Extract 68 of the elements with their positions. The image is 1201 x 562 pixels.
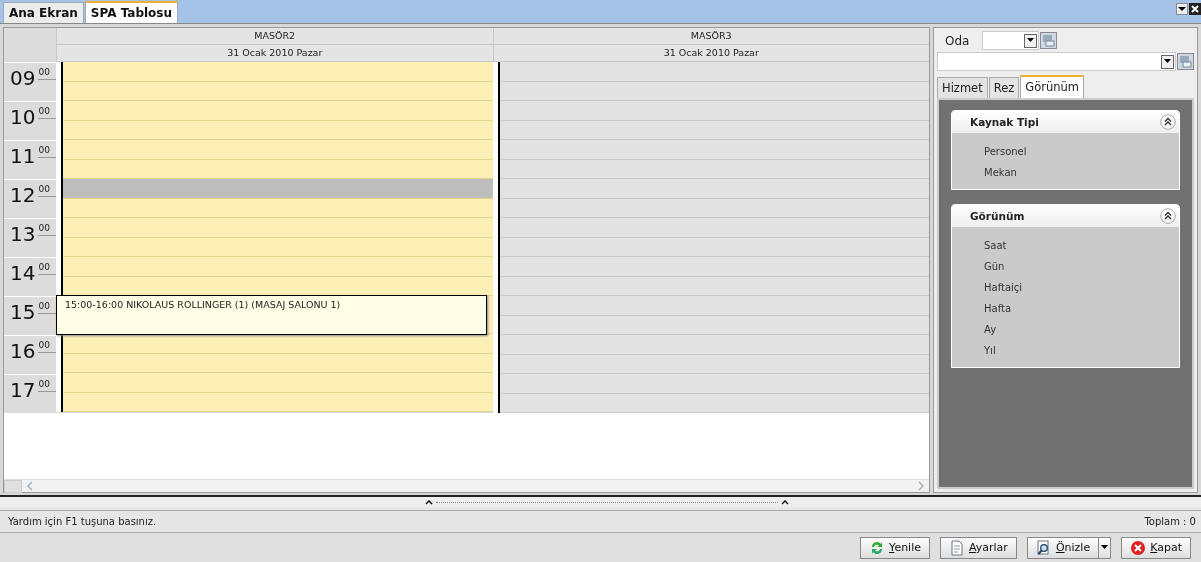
dropdown-button[interactable] (1099, 536, 1112, 559)
caret-icon (1101, 545, 1109, 550)
hour-label: 09 (10, 67, 36, 89)
scroll-left-icon[interactable] (26, 481, 34, 491)
horizontal-scrollbar[interactable] (4, 479, 929, 492)
room-combobox[interactable] (982, 31, 1039, 50)
lookup-icon[interactable] (1177, 53, 1194, 70)
resource-header: MASÖR2 (56, 28, 493, 45)
group-title: Kaynak Tipi (970, 116, 1040, 128)
caret-icon (1027, 38, 1034, 43)
panel-tab[interactable]: Rez (988, 77, 1020, 98)
hour-label: 12 (10, 184, 36, 206)
resource-header: MASÖR3 (492, 28, 929, 45)
dropdown-button[interactable] (1176, 2, 1188, 15)
panel-tab[interactable]: Görünüm (1020, 75, 1084, 98)
group-title: Görünüm (970, 210, 1026, 222)
collapse-icon[interactable] (1160, 114, 1176, 130)
minute-label: 00 (38, 379, 56, 392)
close-button[interactable] (1189, 2, 1201, 15)
hour-label: 11 (10, 145, 36, 167)
caret-icon[interactable] (424, 499, 434, 505)
time-slot[interactable] (63, 334, 493, 354)
document-tab[interactable]: SPA Tablosu (84, 1, 178, 23)
date-header: 31 Ocak 2010 Pazar (492, 45, 929, 62)
minute-label: 00 (38, 106, 56, 119)
hour-label: 14 (10, 262, 36, 284)
appointment[interactable]: 15:00-16:00 NIKOLAUS ROLLINGER (1) (MASAJ SALONU 1) (56, 295, 487, 335)
view-option[interactable]: Mekan (984, 162, 1017, 183)
preview-button[interactable]: Önizle (1026, 536, 1100, 559)
scroll-button[interactable] (4, 479, 22, 493)
status-text: Yardım için F1 tuşuna basınız. (8, 516, 157, 527)
caret-icon (1178, 5, 1186, 12)
minute-label: 00 (38, 67, 56, 80)
hour-label: 13 (10, 223, 36, 245)
collapse-icon[interactable] (1160, 208, 1176, 224)
lookup-icon[interactable] (1040, 32, 1057, 49)
refresh-button[interactable]: Yenile (860, 536, 930, 559)
view-option[interactable]: Saat (984, 235, 1007, 256)
scroll-right-icon[interactable] (917, 481, 925, 491)
close-button[interactable]: Kapat (1121, 536, 1191, 559)
document-icon (949, 539, 965, 556)
hour-label: 10 (10, 106, 36, 128)
hour-label: 16 (10, 340, 36, 362)
view-option[interactable]: Yıl (984, 340, 996, 361)
hour-label: 15 (10, 301, 36, 323)
minute-label: 00 (38, 340, 56, 353)
blocked-slot[interactable] (63, 179, 493, 199)
total-count: Toplam : 0 (1144, 516, 1196, 527)
time-slot[interactable] (63, 276, 493, 296)
panel-tab[interactable]: Hizmet (937, 77, 988, 98)
document-tab[interactable]: Ana Ekran (3, 2, 84, 23)
settings-button[interactable]: Ayarlar (940, 536, 1017, 559)
close-icon (1130, 539, 1147, 556)
view-option[interactable]: Haftaiçi (984, 277, 1023, 298)
view-option[interactable]: Gün (984, 256, 1005, 277)
hour-label: 17 (10, 379, 36, 401)
minute-label: 00 (38, 223, 56, 236)
caret-icon (1164, 59, 1171, 64)
magnifier-icon (1035, 539, 1052, 556)
date-header: 31 Ocak 2010 Pazar (56, 45, 493, 62)
view-option[interactable]: Ay (984, 319, 997, 340)
minute-label: 00 (38, 184, 56, 197)
view-option[interactable]: Personel (984, 141, 1027, 162)
minute-label: 00 (38, 145, 56, 158)
room-label: Oda (944, 33, 971, 48)
caret-icon[interactable] (780, 499, 790, 505)
view-option[interactable]: Hafta (984, 298, 1012, 319)
minute-label: 00 (38, 262, 56, 275)
